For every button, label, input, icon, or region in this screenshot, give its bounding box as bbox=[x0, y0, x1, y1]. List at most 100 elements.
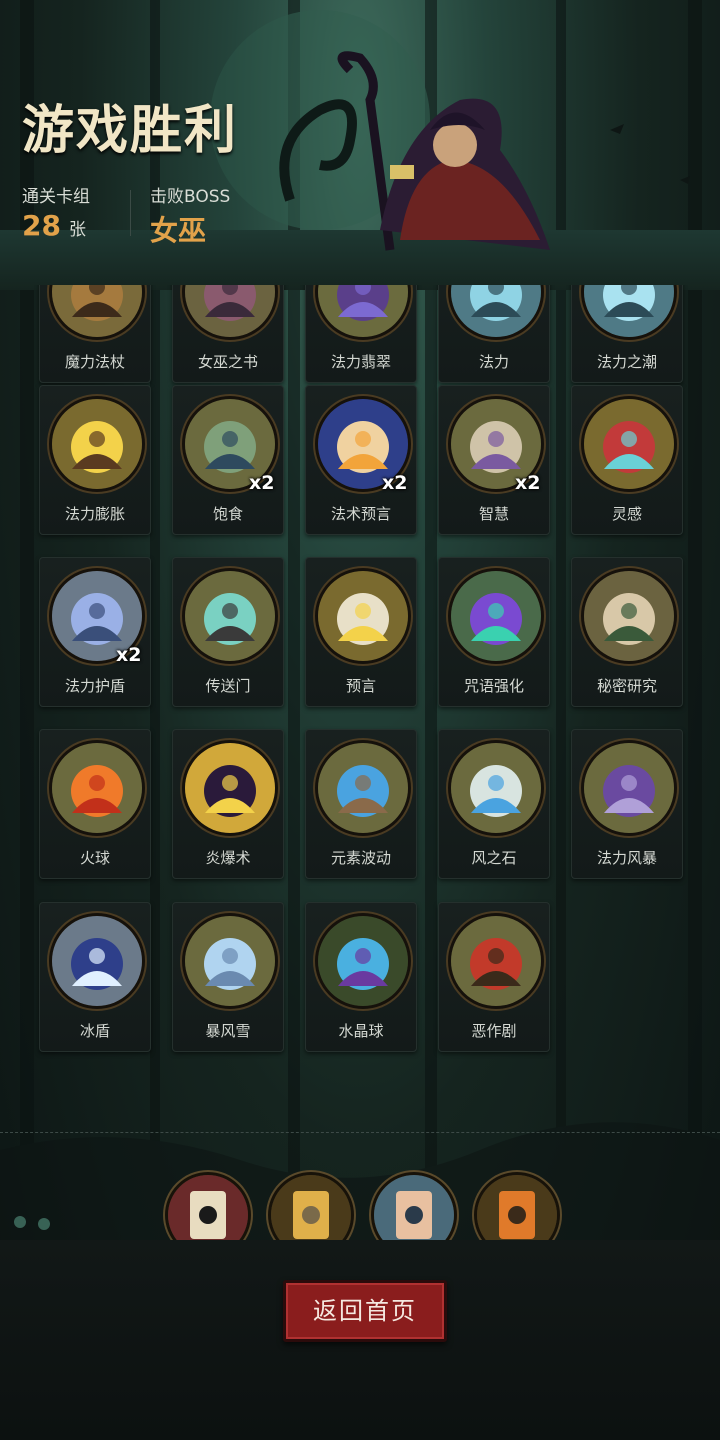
card-name: 冰盾 bbox=[79, 1022, 110, 1040]
tide-icon bbox=[584, 285, 674, 337]
boss-name: 女巫 bbox=[150, 214, 207, 247]
mana-icon bbox=[451, 285, 541, 337]
card-medal bbox=[315, 913, 411, 1009]
cleared-deck-stat: 通关卡组 28 张 bbox=[22, 182, 90, 242]
deck-card[interactable]: 魔力法杖 bbox=[39, 285, 151, 383]
card-name: 灵感 bbox=[611, 505, 642, 523]
card-medal bbox=[448, 568, 544, 664]
deck-card[interactable]: 法力风暴 bbox=[571, 729, 683, 879]
deck-card[interactable]: 风之石 bbox=[438, 729, 550, 879]
card-medal bbox=[315, 740, 411, 836]
prank-doll-icon bbox=[451, 916, 541, 1006]
card-count-badge: x2 bbox=[116, 644, 142, 666]
skull-icon bbox=[584, 399, 674, 489]
bat-blast-icon bbox=[185, 743, 275, 833]
deck-card[interactable]: 炎爆术 bbox=[172, 729, 284, 879]
crystal-ball-icon bbox=[318, 916, 408, 1006]
card-name: 法力护盾 bbox=[64, 677, 125, 695]
card-name: 法力膨胀 bbox=[64, 505, 125, 523]
deck-card[interactable]: 法力翡翠 bbox=[305, 285, 417, 383]
deck-card[interactable]: 火球 bbox=[39, 729, 151, 879]
victory-header: 游戏胜利 通关卡组 28 张 击败BOSS 女巫 bbox=[0, 0, 720, 290]
deck-card[interactable]: 饱食 x2 bbox=[172, 385, 284, 535]
card-name: 智慧 bbox=[478, 505, 509, 523]
card-medal bbox=[182, 285, 278, 340]
card-medal bbox=[49, 740, 145, 836]
card-medal bbox=[182, 568, 278, 664]
card-medal bbox=[448, 285, 544, 340]
card-name: 咒语强化 bbox=[463, 677, 524, 695]
section-divider bbox=[0, 1132, 720, 1133]
card-name: 传送门 bbox=[205, 677, 251, 695]
card-name: 法力风暴 bbox=[596, 849, 657, 867]
card-name: 女巫之书 bbox=[197, 353, 258, 371]
card-name: 水晶球 bbox=[338, 1022, 384, 1040]
witch-boss-illustration bbox=[279, 51, 690, 251]
deck-card[interactable]: 智慧 x2 bbox=[438, 385, 550, 535]
fireball-icon bbox=[52, 743, 142, 833]
blizzard-icon bbox=[185, 916, 275, 1006]
mana-surge-icon bbox=[52, 399, 142, 489]
prophet-icon bbox=[318, 571, 408, 661]
card-count-badge: x2 bbox=[515, 472, 541, 494]
deck-card[interactable]: 水晶球 bbox=[305, 902, 417, 1052]
card-name: 法力之潮 bbox=[596, 353, 657, 371]
scholar-icon bbox=[584, 571, 674, 661]
deck-card[interactable]: 传送门 bbox=[172, 557, 284, 707]
book-icon bbox=[185, 285, 275, 337]
deck-card[interactable]: 灵感 bbox=[571, 385, 683, 535]
return-home-button[interactable]: 返回首页 bbox=[283, 1280, 447, 1342]
cleared-deck-count: 28 bbox=[22, 209, 61, 242]
card-name: 法力翡翠 bbox=[330, 353, 391, 371]
card-count-badge: x2 bbox=[249, 472, 275, 494]
card-medal bbox=[581, 740, 677, 836]
deck-card[interactable]: 冰盾 bbox=[39, 902, 151, 1052]
card-name: 风之石 bbox=[471, 849, 517, 867]
staff-icon bbox=[52, 285, 142, 337]
cleared-deck-value: 28 张 bbox=[22, 209, 90, 242]
deck-card[interactable]: 秘密研究 bbox=[571, 557, 683, 707]
elemental-icon bbox=[318, 743, 408, 833]
deck-card[interactable]: 元素波动 bbox=[305, 729, 417, 879]
cleared-deck-unit: 张 bbox=[68, 220, 86, 240]
card-medal bbox=[581, 396, 677, 492]
cleared-deck-label: 通关卡组 bbox=[22, 187, 90, 207]
card-medal bbox=[448, 740, 544, 836]
deck-card[interactable]: 法力护盾 x2 bbox=[39, 557, 151, 707]
page-title: 游戏胜利 bbox=[22, 100, 239, 161]
card-name: 元素波动 bbox=[330, 849, 391, 867]
storm-icon bbox=[584, 743, 674, 833]
card-medal bbox=[49, 913, 145, 1009]
card-count-badge: x2 bbox=[382, 472, 408, 494]
card-name: 饱食 bbox=[212, 505, 243, 523]
card-medal bbox=[49, 285, 145, 340]
card-name: 恶作剧 bbox=[471, 1022, 517, 1040]
ice-wizard-icon bbox=[52, 916, 142, 1006]
card-medal bbox=[581, 568, 677, 664]
deck-card[interactable]: 暴风雪 bbox=[172, 902, 284, 1052]
deck-card[interactable]: 法力之潮 bbox=[571, 285, 683, 383]
card-name: 法术预言 bbox=[330, 505, 391, 523]
card-medal bbox=[315, 285, 411, 340]
card-medal bbox=[581, 285, 677, 340]
deck-card-grid[interactable]: 魔力法杖 女巫之书 法力翡翠 法力 法力之潮法力膨胀 饱食 x2 法术预言 x2 智慧 x2 灵感法力… bbox=[0, 285, 720, 1115]
card-name: 秘密研究 bbox=[596, 677, 657, 695]
deck-card[interactable]: 法力膨胀 bbox=[39, 385, 151, 535]
card-name: 法力 bbox=[478, 353, 509, 371]
card-medal bbox=[182, 740, 278, 836]
card-medal bbox=[315, 568, 411, 664]
deck-card[interactable]: 法力 bbox=[438, 285, 550, 383]
deck-card[interactable]: 咒语强化 bbox=[438, 557, 550, 707]
deck-card[interactable]: 女巫之书 bbox=[172, 285, 284, 383]
deck-card[interactable]: 恶作剧 bbox=[438, 902, 550, 1052]
boss-stat: 击败BOSS 女巫 bbox=[150, 182, 230, 249]
deck-card[interactable]: 预言 bbox=[305, 557, 417, 707]
card-name: 暴风雪 bbox=[205, 1022, 251, 1040]
boss-label: 击败BOSS bbox=[150, 187, 231, 207]
card-medal bbox=[182, 913, 278, 1009]
crystal-icon bbox=[451, 571, 541, 661]
card-name: 火球 bbox=[79, 849, 110, 867]
deck-card[interactable]: 法术预言 x2 bbox=[305, 385, 417, 535]
emerald-icon bbox=[318, 285, 408, 337]
card-name: 预言 bbox=[345, 677, 376, 695]
